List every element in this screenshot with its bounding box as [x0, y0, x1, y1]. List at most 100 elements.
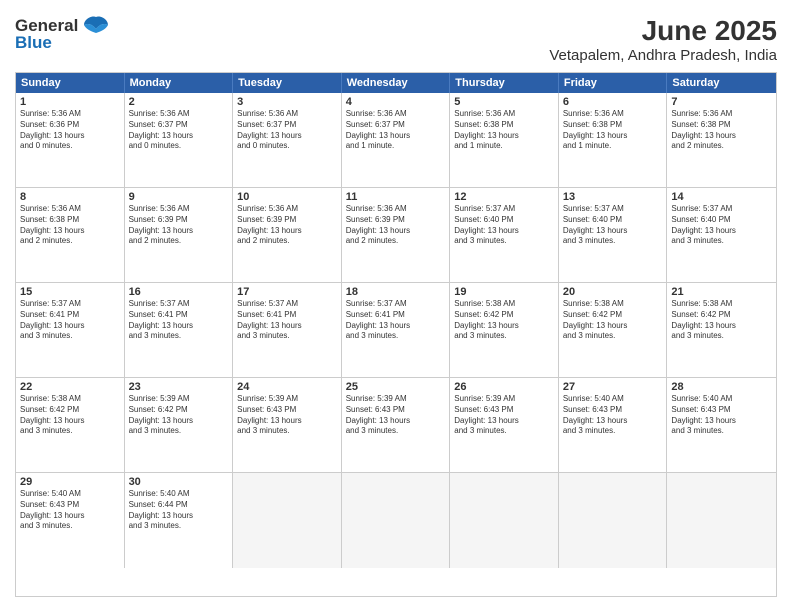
calendar-cell [559, 473, 668, 568]
calendar-cell: 10Sunrise: 5:36 AM Sunset: 6:39 PM Dayli… [233, 188, 342, 282]
day-number: 18 [346, 286, 446, 298]
day-info: Sunrise: 5:39 AM Sunset: 6:42 PM Dayligh… [129, 394, 229, 437]
header-tuesday: Tuesday [233, 73, 342, 93]
day-number: 12 [454, 191, 554, 203]
calendar-cell: 23Sunrise: 5:39 AM Sunset: 6:42 PM Dayli… [125, 378, 234, 472]
header-sunday: Sunday [16, 73, 125, 93]
day-info: Sunrise: 5:37 AM Sunset: 6:41 PM Dayligh… [129, 299, 229, 342]
calendar-week-2: 8Sunrise: 5:36 AM Sunset: 6:38 PM Daylig… [16, 188, 776, 283]
day-number: 23 [129, 381, 229, 393]
calendar-cell: 7Sunrise: 5:36 AM Sunset: 6:38 PM Daylig… [667, 93, 776, 187]
header-wednesday: Wednesday [342, 73, 451, 93]
calendar-subtitle: Vetapalem, Andhra Pradesh, India [549, 47, 777, 64]
calendar-cell: 16Sunrise: 5:37 AM Sunset: 6:41 PM Dayli… [125, 283, 234, 377]
calendar-cell: 11Sunrise: 5:36 AM Sunset: 6:39 PM Dayli… [342, 188, 451, 282]
calendar-cell [667, 473, 776, 568]
day-info: Sunrise: 5:36 AM Sunset: 6:36 PM Dayligh… [20, 109, 120, 152]
calendar-cell: 15Sunrise: 5:37 AM Sunset: 6:41 PM Dayli… [16, 283, 125, 377]
day-info: Sunrise: 5:40 AM Sunset: 6:43 PM Dayligh… [563, 394, 663, 437]
calendar-cell: 1Sunrise: 5:36 AM Sunset: 6:36 PM Daylig… [16, 93, 125, 187]
calendar-week-1: 1Sunrise: 5:36 AM Sunset: 6:36 PM Daylig… [16, 93, 776, 188]
day-info: Sunrise: 5:39 AM Sunset: 6:43 PM Dayligh… [346, 394, 446, 437]
day-number: 22 [20, 381, 120, 393]
calendar-cell: 8Sunrise: 5:36 AM Sunset: 6:38 PM Daylig… [16, 188, 125, 282]
title-block: June 2025 Vetapalem, Andhra Pradesh, Ind… [549, 15, 777, 64]
calendar-cell: 29Sunrise: 5:40 AM Sunset: 6:43 PM Dayli… [16, 473, 125, 568]
day-number: 21 [671, 286, 772, 298]
calendar-cell: 28Sunrise: 5:40 AM Sunset: 6:43 PM Dayli… [667, 378, 776, 472]
header-saturday: Saturday [667, 73, 776, 93]
day-number: 13 [563, 191, 663, 203]
calendar-cell [450, 473, 559, 568]
day-info: Sunrise: 5:40 AM Sunset: 6:44 PM Dayligh… [129, 489, 229, 532]
day-number: 2 [129, 96, 229, 108]
calendar-cell: 5Sunrise: 5:36 AM Sunset: 6:38 PM Daylig… [450, 93, 559, 187]
day-info: Sunrise: 5:38 AM Sunset: 6:42 PM Dayligh… [20, 394, 120, 437]
logo-blue-text: Blue [15, 33, 52, 53]
calendar-cell: 12Sunrise: 5:37 AM Sunset: 6:40 PM Dayli… [450, 188, 559, 282]
calendar-week-5: 29Sunrise: 5:40 AM Sunset: 6:43 PM Dayli… [16, 473, 776, 568]
day-info: Sunrise: 5:36 AM Sunset: 6:37 PM Dayligh… [346, 109, 446, 152]
day-info: Sunrise: 5:37 AM Sunset: 6:40 PM Dayligh… [563, 204, 663, 247]
day-number: 8 [20, 191, 120, 203]
calendar-cell: 26Sunrise: 5:39 AM Sunset: 6:43 PM Dayli… [450, 378, 559, 472]
calendar-week-4: 22Sunrise: 5:38 AM Sunset: 6:42 PM Dayli… [16, 378, 776, 473]
calendar-cell: 30Sunrise: 5:40 AM Sunset: 6:44 PM Dayli… [125, 473, 234, 568]
day-number: 16 [129, 286, 229, 298]
day-number: 14 [671, 191, 772, 203]
day-number: 4 [346, 96, 446, 108]
day-info: Sunrise: 5:36 AM Sunset: 6:38 PM Dayligh… [20, 204, 120, 247]
calendar-header: Sunday Monday Tuesday Wednesday Thursday… [16, 73, 776, 93]
calendar-cell: 2Sunrise: 5:36 AM Sunset: 6:37 PM Daylig… [125, 93, 234, 187]
calendar-cell: 19Sunrise: 5:38 AM Sunset: 6:42 PM Dayli… [450, 283, 559, 377]
logo-bird-icon [82, 15, 110, 37]
day-number: 10 [237, 191, 337, 203]
header: General Blue June 2025 Vetapalem, Andhra… [15, 15, 777, 64]
day-info: Sunrise: 5:36 AM Sunset: 6:39 PM Dayligh… [346, 204, 446, 247]
day-info: Sunrise: 5:40 AM Sunset: 6:43 PM Dayligh… [20, 489, 120, 532]
day-info: Sunrise: 5:36 AM Sunset: 6:39 PM Dayligh… [129, 204, 229, 247]
day-number: 1 [20, 96, 120, 108]
day-number: 9 [129, 191, 229, 203]
calendar-cell: 21Sunrise: 5:38 AM Sunset: 6:42 PM Dayli… [667, 283, 776, 377]
header-friday: Friday [559, 73, 668, 93]
day-info: Sunrise: 5:37 AM Sunset: 6:41 PM Dayligh… [20, 299, 120, 342]
day-number: 20 [563, 286, 663, 298]
day-info: Sunrise: 5:36 AM Sunset: 6:38 PM Dayligh… [563, 109, 663, 152]
calendar-week-3: 15Sunrise: 5:37 AM Sunset: 6:41 PM Dayli… [16, 283, 776, 378]
day-info: Sunrise: 5:37 AM Sunset: 6:40 PM Dayligh… [454, 204, 554, 247]
day-number: 19 [454, 286, 554, 298]
day-number: 25 [346, 381, 446, 393]
page: General Blue June 2025 Vetapalem, Andhra… [0, 0, 792, 612]
day-number: 27 [563, 381, 663, 393]
day-number: 17 [237, 286, 337, 298]
day-info: Sunrise: 5:37 AM Sunset: 6:40 PM Dayligh… [671, 204, 772, 247]
day-number: 6 [563, 96, 663, 108]
calendar-cell: 4Sunrise: 5:36 AM Sunset: 6:37 PM Daylig… [342, 93, 451, 187]
header-monday: Monday [125, 73, 234, 93]
day-info: Sunrise: 5:36 AM Sunset: 6:38 PM Dayligh… [454, 109, 554, 152]
calendar-cell: 13Sunrise: 5:37 AM Sunset: 6:40 PM Dayli… [559, 188, 668, 282]
day-number: 15 [20, 286, 120, 298]
calendar-cell: 14Sunrise: 5:37 AM Sunset: 6:40 PM Dayli… [667, 188, 776, 282]
calendar: Sunday Monday Tuesday Wednesday Thursday… [15, 72, 777, 597]
calendar-cell: 3Sunrise: 5:36 AM Sunset: 6:37 PM Daylig… [233, 93, 342, 187]
day-info: Sunrise: 5:37 AM Sunset: 6:41 PM Dayligh… [237, 299, 337, 342]
day-info: Sunrise: 5:36 AM Sunset: 6:38 PM Dayligh… [671, 109, 772, 152]
day-info: Sunrise: 5:37 AM Sunset: 6:41 PM Dayligh… [346, 299, 446, 342]
day-number: 26 [454, 381, 554, 393]
calendar-cell: 24Sunrise: 5:39 AM Sunset: 6:43 PM Dayli… [233, 378, 342, 472]
day-number: 3 [237, 96, 337, 108]
day-number: 29 [20, 476, 120, 488]
day-number: 7 [671, 96, 772, 108]
calendar-cell [342, 473, 451, 568]
calendar-cell: 27Sunrise: 5:40 AM Sunset: 6:43 PM Dayli… [559, 378, 668, 472]
calendar-cell: 25Sunrise: 5:39 AM Sunset: 6:43 PM Dayli… [342, 378, 451, 472]
day-number: 30 [129, 476, 229, 488]
calendar-title: June 2025 [549, 15, 777, 47]
calendar-cell [233, 473, 342, 568]
day-info: Sunrise: 5:36 AM Sunset: 6:37 PM Dayligh… [237, 109, 337, 152]
header-thursday: Thursday [450, 73, 559, 93]
day-number: 24 [237, 381, 337, 393]
calendar-cell: 9Sunrise: 5:36 AM Sunset: 6:39 PM Daylig… [125, 188, 234, 282]
